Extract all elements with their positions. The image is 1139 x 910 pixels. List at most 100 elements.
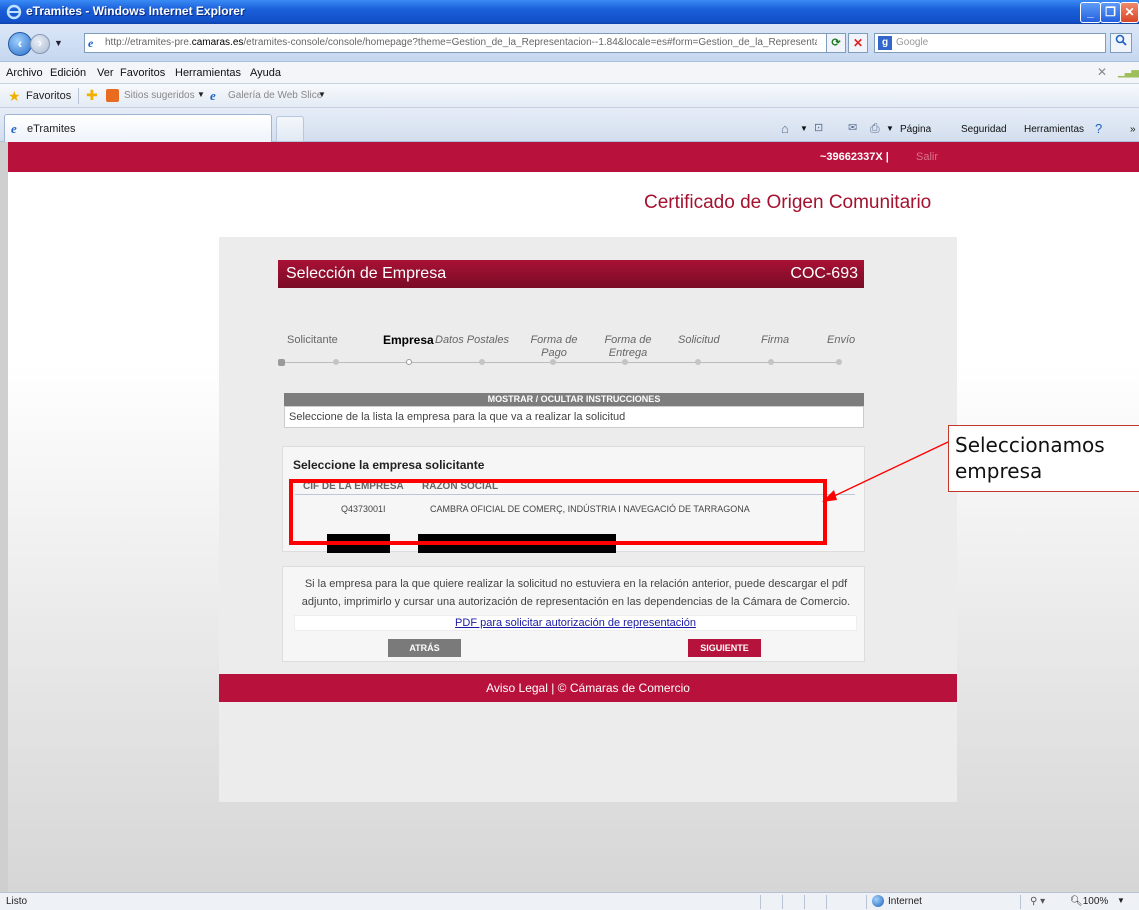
search-placeholder: Google (896, 37, 929, 48)
step-dot (768, 359, 774, 365)
user-id: ~39662337X | (820, 151, 889, 163)
chevron-down-icon[interactable]: ▼ (197, 90, 205, 99)
divider (866, 895, 867, 909)
security-zone[interactable]: Internet (888, 896, 922, 907)
tab-bar: e eTramites ⌂ ▼ ⊡ ✉ ⎙ ▼ Página Seguridad… (0, 108, 1139, 142)
search-button[interactable] (1110, 33, 1132, 53)
maximize-button[interactable]: ❐ (1100, 2, 1121, 23)
status-bar: Listo Internet ⚲ ▾ 🔍︎100% ▼ (0, 892, 1139, 910)
step-forma-entrega: Forma de Entrega (604, 334, 652, 359)
web-slice-icon: e (210, 88, 216, 103)
add-favorite-icon[interactable]: ✚ (86, 87, 98, 104)
zoom-level[interactable]: 🔍︎100% (1070, 896, 1108, 907)
close-toolbar-icon[interactable]: ✕ (1097, 65, 1107, 79)
selection-heading: Seleccione la empresa solicitante (293, 458, 485, 472)
globe-icon (872, 895, 884, 907)
search-input[interactable]: g Google (874, 33, 1106, 53)
annotation-highlight (289, 479, 827, 545)
menu-archivo[interactable]: Archivo (6, 67, 43, 79)
refresh-button[interactable]: ⟳ (826, 33, 846, 53)
page-menu[interactable]: Página (900, 124, 931, 135)
annotation-arrow (822, 441, 949, 502)
new-tab-button[interactable] (276, 116, 304, 142)
next-button[interactable]: SIGUIENTE (688, 639, 761, 657)
chevron-down-icon[interactable]: ▼ (886, 124, 894, 133)
close-window-button[interactable]: ✕ (1120, 2, 1139, 23)
site-top-band: ~39662337X | Salir (8, 142, 1139, 172)
menu-bar: Archivo Edición Ver Favoritos Herramient… (0, 62, 1139, 84)
page-icon: e (88, 36, 94, 50)
tools-menu[interactable]: Herramientas (1024, 124, 1084, 135)
web-slice-gallery-link[interactable]: Galería de Web Slice (228, 90, 322, 101)
chevron-down-icon[interactable]: ▼ (1117, 896, 1125, 905)
step-solicitud: Solicitud (678, 334, 720, 346)
protected-mode-icon[interactable]: ⚲ ▾ (1030, 896, 1045, 907)
step-solicitante: Solicitante (287, 334, 338, 346)
tab-etramites[interactable]: e eTramites (4, 114, 272, 142)
tab-label: eTramites (27, 123, 76, 135)
divider (782, 895, 783, 909)
left-strip (0, 142, 8, 892)
pdf-link-box: PDF para solicitar autorización de repre… (294, 615, 857, 631)
annotation-callout: Seleccionamos empresa (948, 425, 1139, 492)
site-footer[interactable]: Aviso Legal | © Cámaras de Comercio (219, 674, 957, 702)
divider (78, 88, 79, 104)
instructions-text: Seleccione de la lista la empresa para l… (284, 406, 864, 428)
step-envio: Envío (827, 334, 856, 346)
menu-favoritos[interactable]: Favoritos (120, 67, 165, 79)
chevron-down-icon[interactable]: ▼ (800, 124, 808, 133)
step-forma-pago: Forma de Pago (530, 334, 578, 359)
pdf-link[interactable]: PDF para solicitar autorización de repre… (455, 617, 696, 629)
signal-icon: ▁▃▅ (1118, 67, 1139, 78)
chevron-down-icon[interactable]: ▼ (318, 90, 326, 99)
minimize-button[interactable]: _ (1080, 2, 1101, 23)
suggested-sites-link[interactable]: Sitios sugeridos (124, 90, 195, 101)
status-text: Listo (6, 896, 28, 907)
favorites-star-icon[interactable]: ★ (8, 88, 21, 105)
menu-ver[interactable]: Ver (97, 67, 114, 79)
divider (826, 895, 827, 909)
print-icon[interactable]: ⎙ (870, 121, 880, 136)
divider (1020, 895, 1021, 909)
step-firma: Firma (761, 334, 790, 346)
menu-edicion[interactable]: Edición (50, 67, 86, 79)
back-button[interactable]: ATRÁS (388, 639, 461, 657)
url-text: http://etramites-pre.camaras.es/etramite… (105, 37, 817, 48)
step-dot (836, 359, 842, 365)
window-title: eTramites - Windows Internet Explorer (26, 4, 245, 18)
search-icon (1115, 34, 1127, 46)
more-commands[interactable]: » (1130, 124, 1136, 135)
address-input[interactable]: e http://etramites-pre.camaras.es/etrami… (84, 33, 846, 53)
mail-icon[interactable]: ✉ (848, 121, 857, 134)
step-datos-postales: Datos Postales (435, 334, 509, 346)
step-dot-current (406, 359, 412, 365)
forward-button[interactable]: › (30, 34, 50, 54)
logout-link[interactable]: Salir (916, 151, 938, 163)
info-box: Si la empresa para la que quiere realiza… (282, 566, 865, 662)
step-dot (550, 359, 556, 365)
security-menu[interactable]: Seguridad (961, 124, 1007, 135)
divider (804, 895, 805, 909)
favorites-bar: ★ Favoritos ✚ Sitios sugeridos ▼ e Galer… (0, 84, 1139, 108)
section-header: Selección de Empresa COC-693 (278, 260, 864, 288)
procedure-code: COC-693 (790, 265, 858, 282)
instructions-toggle[interactable]: MOSTRAR / OCULTAR INSTRUCCIONES (284, 393, 864, 406)
page-title: Certificado de Origen Comunitario (644, 192, 932, 213)
history-dropdown-icon[interactable]: ▼ (54, 38, 63, 48)
lock-icon (278, 359, 285, 366)
favorites-button[interactable]: Favoritos (26, 90, 71, 102)
step-track (282, 362, 842, 363)
step-dot (622, 359, 628, 365)
stop-button[interactable]: ✕ (848, 33, 868, 53)
help-icon[interactable]: ? (1095, 121, 1102, 136)
step-dot (695, 359, 701, 365)
section-title: Selección de Empresa (286, 265, 447, 282)
menu-herramientas[interactable]: Herramientas (175, 67, 241, 79)
callout-text: Seleccionamos empresa (955, 433, 1105, 483)
internet-explorer-icon (6, 4, 22, 20)
divider (760, 895, 761, 909)
back-button[interactable]: ‹ (8, 32, 32, 56)
home-icon[interactable]: ⌂ (781, 121, 789, 136)
menu-ayuda[interactable]: Ayuda (250, 67, 281, 79)
feeds-icon[interactable]: ⊡ (814, 121, 823, 134)
